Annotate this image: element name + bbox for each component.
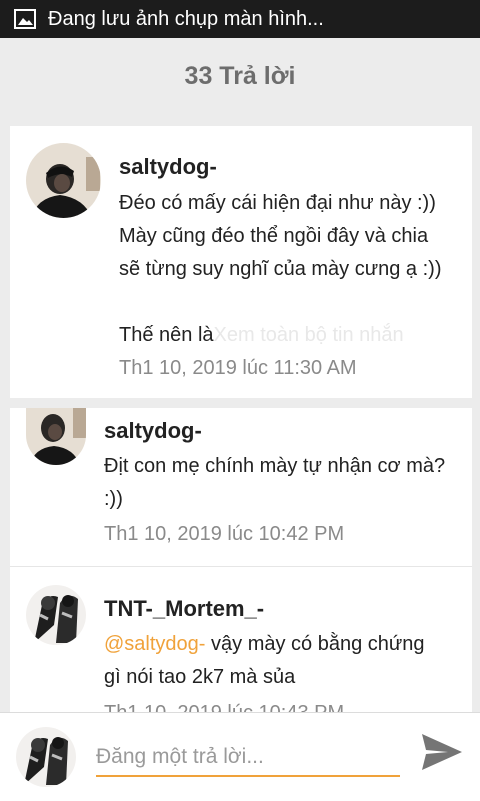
mention-link[interactable]: @saltydog- [104, 633, 205, 655]
divider [10, 566, 472, 567]
reply-body: Đéo có mấy cái hiện đại như này :)) Mày … [119, 187, 441, 352]
avatar[interactable] [26, 408, 86, 465]
reply-body-last-line: Thế nên làXem toàn bộ tin nhắn [119, 319, 441, 352]
reply-body: Địt con mẹ chính mày tự nhận cơ mà? :)) [104, 450, 445, 516]
view-full-message-link[interactable]: Xem toàn bộ tin nhắn [214, 324, 404, 346]
reply-card[interactable]: saltydog- Đéo có mấy cái hiện đại như nà… [10, 126, 472, 398]
reply-body-text: Thế nên là [119, 324, 214, 346]
reply-body: @saltydog- vậy mày có bằng chứng gì nói … [104, 628, 425, 694]
reply-input-wrap[interactable] [96, 739, 400, 777]
reply-body-line: Đéo có mấy cái hiện đại như này :)) [119, 192, 436, 214]
reply-body-line: gì nói tao 2k7 mà sủa [104, 666, 296, 688]
reply-timestamp: Th1 10, 2019 lúc 11:30 AM [119, 357, 357, 379]
reply-username[interactable]: saltydog- [104, 418, 202, 444]
page-header: 33 Trả lời [0, 38, 480, 114]
reply-body-text: vậy mày có bằng chứng [205, 633, 425, 655]
page-title: 33 Trả lời [184, 61, 296, 90]
image-icon [14, 9, 36, 29]
avatar[interactable] [26, 143, 101, 218]
reply-input[interactable] [96, 739, 400, 775]
reply-list-card: saltydog- Địt con mẹ chính mày tự nhận c… [10, 408, 472, 712]
reply-timestamp: Th1 10, 2019 lúc 10:42 PM [104, 523, 345, 545]
send-icon[interactable] [420, 732, 464, 772]
reply-composer [0, 712, 480, 801]
reply-body-line: sẽ từng suy nghĩ của mày cưng ạ :)) [119, 258, 442, 280]
status-bar: Đang lưu ảnh chụp màn hình... [0, 0, 480, 38]
status-text: Đang lưu ảnh chụp màn hình... [48, 7, 324, 30]
composer-avatar [16, 727, 76, 787]
reply-body-line: :)) [104, 488, 123, 510]
reply-body-line: Mày cũng đéo thể ngồi đây và chia [119, 225, 429, 247]
reply-username[interactable]: TNT-_Mortem_- [104, 596, 264, 622]
reply-body-line: @saltydog- vậy mày có bằng chứng [104, 628, 425, 661]
avatar[interactable] [26, 585, 86, 645]
reply-body-line: Địt con mẹ chính mày tự nhận cơ mà? [104, 455, 446, 477]
reply-timestamp: Th1 10, 2019 lúc 10:43 PM [104, 702, 344, 712]
reply-username[interactable]: saltydog- [119, 154, 217, 180]
